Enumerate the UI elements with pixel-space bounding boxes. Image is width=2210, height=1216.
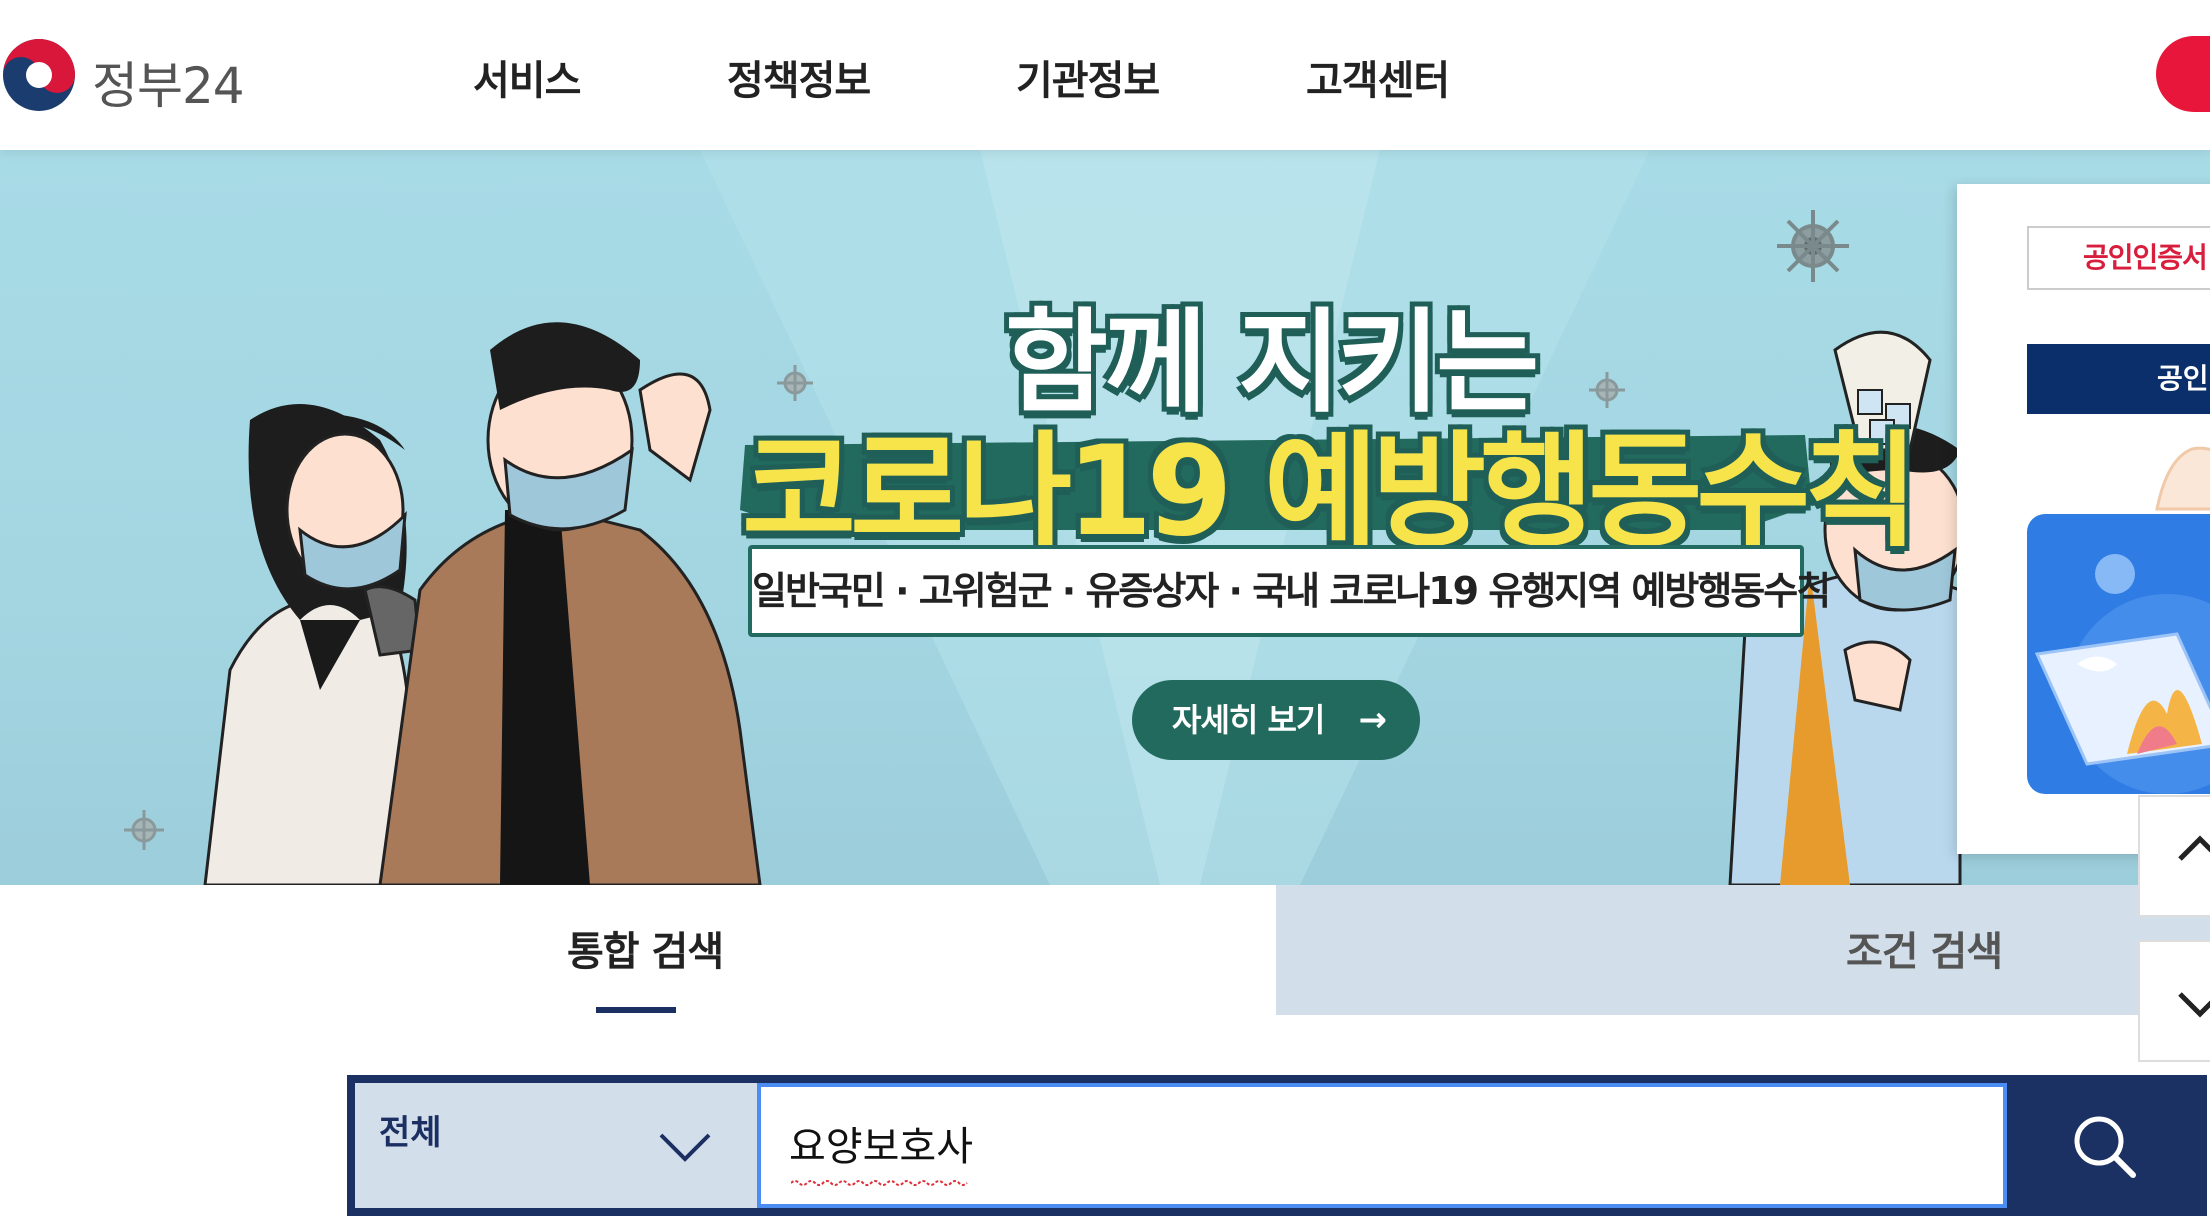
scroll-up-button[interactable] xyxy=(2138,795,2210,917)
chevron-down-icon xyxy=(659,1133,711,1162)
chevron-down-icon xyxy=(2178,992,2210,1018)
active-tab-indicator xyxy=(596,1007,676,1013)
search-category-select[interactable]: 전체 xyxy=(355,1083,763,1208)
search-input-wrapper xyxy=(757,1083,2007,1208)
chevron-up-icon xyxy=(2178,835,2210,861)
search-button[interactable] xyxy=(2007,1083,2207,1208)
banner-button-label: 자세히 보기 xyxy=(1172,701,1325,739)
nav-customer-center[interactable]: 고객센터 xyxy=(1306,48,1450,106)
scroll-down-button[interactable] xyxy=(2138,940,2210,1062)
search-category-value: 전체 xyxy=(379,1113,442,1153)
banner-details-button[interactable]: 자세히 보기 → xyxy=(1132,680,1420,760)
tab-integrated-search[interactable]: 통합 검색 xyxy=(0,885,1276,1015)
tab-condition-search-label: 조건 검색 xyxy=(1846,929,2003,975)
login-button[interactable] xyxy=(2156,36,2210,112)
hero-banner[interactable]: 함께 지키는 코로나19 예방행동수칙 일반국민 · 고위험군 · 유증상자 ·… xyxy=(0,150,2210,885)
phone-illustration-icon xyxy=(2034,554,2210,794)
certificate-register-button[interactable]: 공인 xyxy=(2027,344,2210,414)
nav-services[interactable]: 서비스 xyxy=(473,48,581,106)
tab-condition-search[interactable]: 조건 검색 xyxy=(1276,885,2210,1015)
search-icon xyxy=(2074,1116,2136,1178)
nav-policy-info[interactable]: 정책정보 xyxy=(727,48,871,106)
woman-illustration xyxy=(203,404,422,885)
spellcheck-underline xyxy=(791,1180,968,1186)
banner-title-line2: 코로나19 예방행동수칙 xyxy=(742,420,1918,564)
man-illustration xyxy=(378,322,762,885)
site-header: 정부24 서비스 정책정보 기관정보 고객센터 xyxy=(0,0,2210,150)
arrow-right-icon: → xyxy=(1358,700,1387,740)
site-logo[interactable]: 정부24 xyxy=(0,30,260,120)
promo-card[interactable] xyxy=(2027,514,2210,794)
certificate-login-button[interactable]: 공인인증서 xyxy=(2027,226,2210,290)
logo-text: 정부24 xyxy=(92,57,245,115)
korea-emblem-icon xyxy=(3,39,75,111)
login-side-panel: 공인인증서 공인 xyxy=(1957,184,2210,854)
search-bar: 전체 xyxy=(347,1075,2207,1216)
nav-agency-info[interactable]: 기관정보 xyxy=(1016,48,1160,106)
hand-icon xyxy=(2155,446,2210,511)
virus-icon xyxy=(1777,210,1849,282)
tab-integrated-search-label: 통합 검색 xyxy=(567,929,724,975)
banner-subtitle: 일반국민 · 고위험군 · 유증상자 · 국내 코로나19 유행지역 예방행동수… xyxy=(748,545,1831,637)
